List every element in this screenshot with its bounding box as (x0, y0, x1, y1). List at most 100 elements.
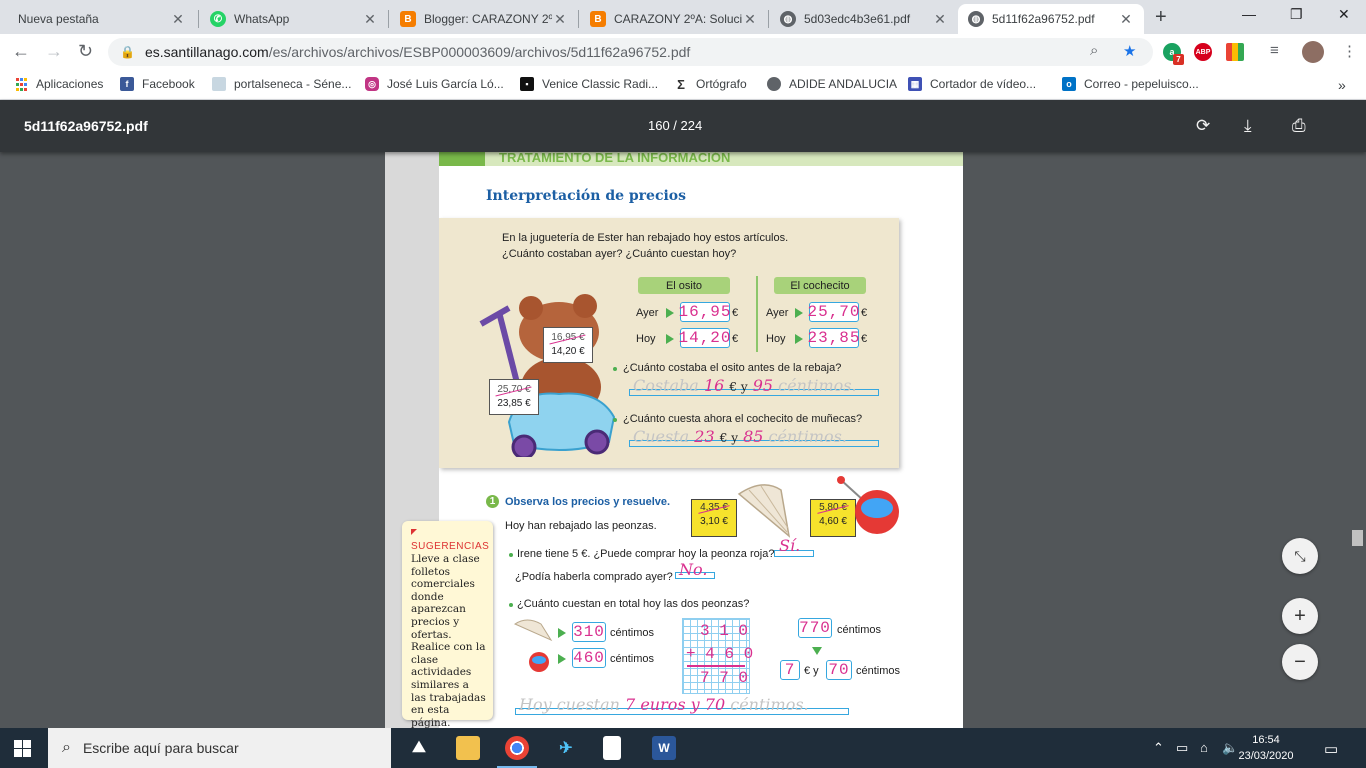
tab-carazony[interactable]: B CARAZONY 2ºA: Solucio ✕ (580, 4, 768, 34)
bookmark-apps[interactable]: Aplicaciones (14, 77, 103, 91)
address-bar[interactable]: 🔒 es.santillanago.com/es/archivos/archiv… (108, 38, 1153, 66)
whatsapp-icon: ✆ (210, 11, 226, 27)
sum-line (687, 665, 745, 667)
bookmark-correo[interactable]: o Correo - pepeluisco... (1062, 77, 1199, 91)
answer-cents: 70 (704, 695, 726, 714)
windows-start-icon[interactable] (14, 740, 31, 757)
taskbar-clock[interactable]: 16:54 23/03/2020 (1236, 732, 1296, 764)
menu-kebab-icon[interactable]: ⋮ (1342, 42, 1357, 60)
tab-title: 5d03edc4b3e61.pdf (804, 12, 911, 26)
rotate-icon[interactable]: ⟳ (1196, 116, 1210, 136)
print-icon[interactable]: ⎙ (1292, 116, 1306, 136)
exercise-number: 1 (486, 495, 499, 508)
document-icon[interactable] (603, 736, 621, 760)
extension-grid-icon[interactable] (1226, 43, 1244, 61)
bookmark-label: Correo - pepeluisco... (1084, 77, 1199, 91)
page-icon (212, 77, 226, 91)
page-heading: Interpretación de precios (486, 188, 687, 204)
bookmark-adide[interactable]: ADIDE ANDALUCIA (767, 77, 897, 91)
close-icon[interactable]: ✕ (932, 11, 948, 28)
bookmark-instagram[interactable]: ◎ José Luis García Ló... (365, 77, 504, 91)
arrow-down-icon (812, 647, 822, 655)
bookmark-ortografo[interactable]: Σ Ortógrafo (674, 76, 747, 92)
label-hoy: Hoy (766, 333, 786, 345)
notifications-icon[interactable]: ▭ (1324, 740, 1338, 758)
scrollbar-thumb[interactable] (1352, 530, 1363, 546)
minimize-button[interactable]: — (1242, 6, 1256, 22)
download-icon[interactable]: ⤓ (1244, 116, 1252, 136)
bookmarks-overflow-icon[interactable]: » (1338, 77, 1346, 93)
suggestions-heading: SUGERENCIAS (411, 541, 490, 552)
close-window-button[interactable]: ✕ (1338, 6, 1350, 23)
file-explorer-icon[interactable] (456, 736, 480, 760)
task-view-icon[interactable]: ⛰ (407, 736, 431, 760)
bookmark-venice-radio[interactable]: ▪ Venice Classic Radi... (520, 77, 658, 91)
media-control-icon[interactable]: ≡ (1270, 42, 1279, 59)
tray-chevron-icon[interactable]: ⌃ (1153, 740, 1164, 756)
fit-page-button[interactable]: ⤡ (1282, 538, 1318, 574)
video-cutter-icon: ▦ (908, 77, 922, 91)
centimos-label: céntimos (610, 653, 655, 665)
back-button[interactable]: ← (12, 41, 30, 62)
column-header-cochecito: El cochecito (774, 277, 866, 294)
network-icon[interactable]: ⌂ (1200, 740, 1208, 755)
bookmark-facebook[interactable]: f Facebook (120, 77, 195, 91)
close-icon[interactable]: ✕ (1118, 11, 1134, 28)
chrome-icon[interactable] (497, 736, 537, 768)
bullet (509, 603, 513, 607)
maximize-button[interactable]: ❐ (1290, 6, 1303, 23)
bookmark-star-icon[interactable]: ★ (1123, 42, 1136, 60)
extension-badge: 7 (1173, 54, 1184, 65)
zoom-in-button[interactable]: + (1282, 598, 1318, 634)
tab-pdf-1[interactable]: ◍ 5d03edc4b3e61.pdf ✕ (770, 4, 958, 34)
sum-operand-a: 3 1 0 (700, 622, 749, 640)
page-indicator[interactable]: 160 / 224 (648, 118, 702, 133)
close-icon[interactable]: ✕ (362, 11, 378, 28)
y-label: € y (804, 665, 819, 677)
tab-whatsapp[interactable]: ✆ WhatsApp ✕ (200, 4, 388, 34)
pram-price-tag: 25,70 € 23,85 € (489, 379, 539, 415)
close-icon[interactable]: ✕ (552, 11, 568, 28)
cochecito-hoy-price: 23,85 (807, 328, 861, 348)
arrow-right-icon (795, 308, 803, 318)
adblock-icon[interactable]: ABP (1194, 43, 1212, 61)
bookmark-label: ADIDE ANDALUCIA (789, 77, 898, 91)
tab-nueva-pestana[interactable]: Nueva pestaña ✕ (8, 4, 196, 34)
cone-body (737, 484, 791, 538)
lock-icon: 🔒 (120, 45, 135, 59)
tab-pdf-active[interactable]: ◍ 5d11f62a96752.pdf ✕ (958, 4, 1144, 34)
euro-sign: € (861, 307, 868, 319)
label-ayer: Ayer (766, 307, 789, 319)
answer-euros: 23 (694, 427, 715, 446)
euro-sign: € (861, 333, 868, 345)
profile-avatar[interactable] (1302, 41, 1324, 63)
close-icon[interactable]: ✕ (742, 11, 758, 28)
forward-button[interactable]: → (45, 41, 63, 62)
new-tab-button[interactable]: + (1155, 6, 1167, 29)
exercise-title: Observa los precios y resuelve. (505, 496, 671, 508)
bookmark-portalseneca[interactable]: portalseneca - Séne... (212, 77, 351, 91)
apps-grid-icon (14, 77, 28, 91)
reload-button[interactable]: ↻ (78, 41, 93, 62)
scrollbar-track[interactable] (1350, 152, 1366, 728)
label-hoy: Hoy (636, 333, 656, 345)
bookmark-cortador-video[interactable]: ▦ Cortador de vídeo... (908, 77, 1036, 91)
cone-top-price-tag: 4,35 € 3,10 € (691, 499, 737, 537)
answer-trace: € y (729, 380, 748, 394)
tab-title: Blogger: CARAZONY 2º (424, 12, 552, 26)
suggestions-text: Lleve a clase folletos comerciales donde… (411, 553, 486, 729)
close-icon[interactable]: ✕ (170, 11, 186, 28)
battery-icon[interactable]: ▭ (1176, 740, 1188, 756)
zoom-out-button[interactable]: − (1282, 644, 1318, 680)
photos-app-icon[interactable]: ✈ (554, 736, 578, 760)
tab-blogger[interactable]: B Blogger: CARAZONY 2º ✕ (390, 4, 578, 34)
taskbar-search[interactable]: ⌕ Escribe aquí para buscar (48, 728, 391, 768)
facebook-icon: f (120, 77, 134, 91)
ortografo-icon: Σ (677, 76, 685, 92)
bear-pram-illustration (479, 294, 616, 457)
tab-title: WhatsApp (234, 12, 290, 26)
pdf-viewer[interactable]: TRATAMIENTO DE LA INFORMACIÓN Interpreta… (0, 152, 1366, 728)
zoom-icon[interactable]: ⌕ (1090, 42, 1098, 59)
word-icon[interactable]: W (652, 736, 676, 760)
answer-cents: 95 (752, 376, 774, 395)
